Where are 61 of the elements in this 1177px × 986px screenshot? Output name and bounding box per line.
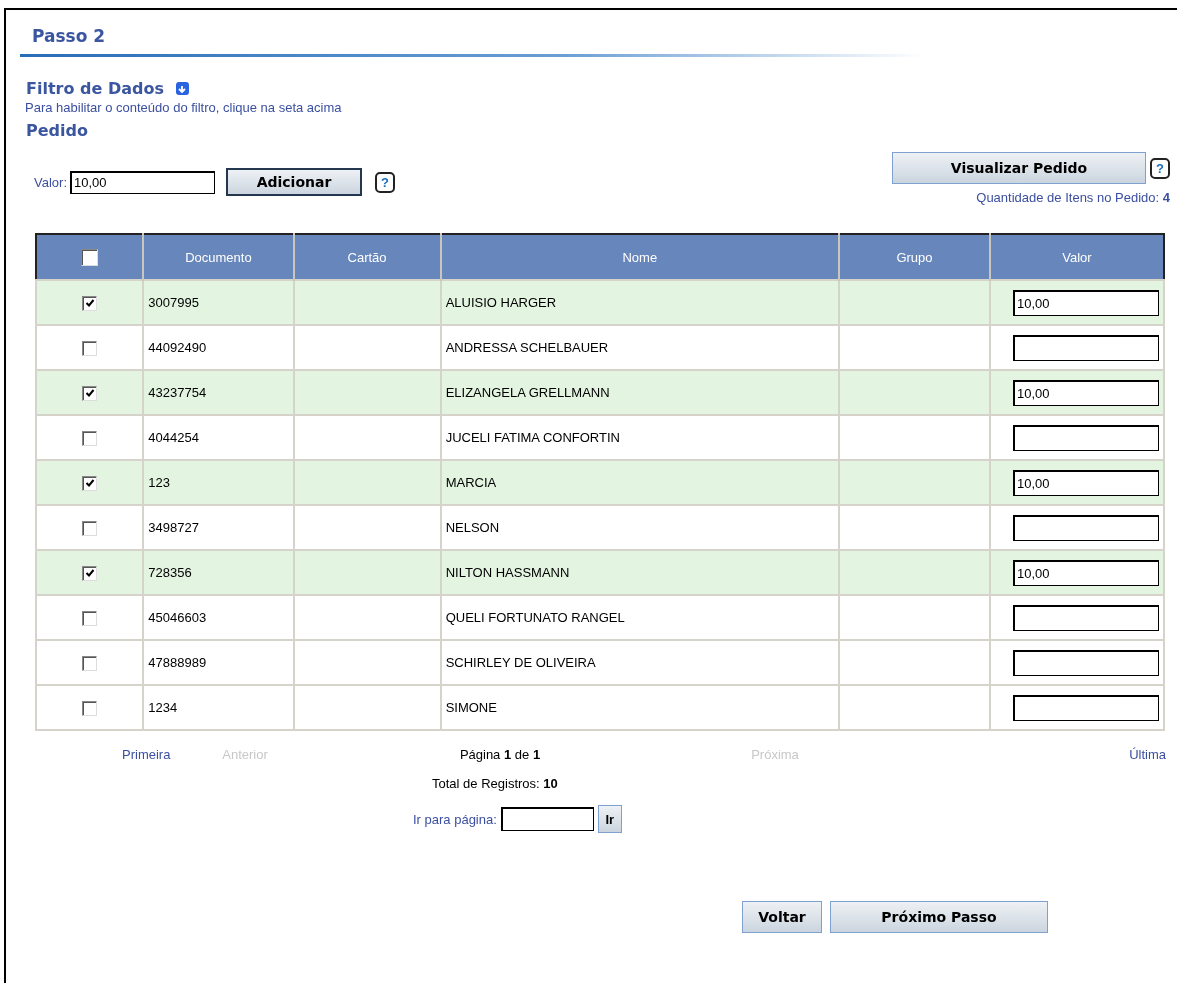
checkbox[interactable] bbox=[82, 655, 98, 671]
table-cell: SIMONE bbox=[440, 685, 839, 730]
value-field[interactable]: 10,00 bbox=[1013, 559, 1159, 586]
section-title: Pedido bbox=[25, 121, 89, 140]
checkbox[interactable] bbox=[82, 700, 98, 716]
value-field[interactable]: 10,00 bbox=[1013, 379, 1159, 406]
checkbox[interactable] bbox=[82, 385, 98, 401]
help-icon[interactable]: ? bbox=[1150, 157, 1170, 179]
table-cell: ALUISIO HARGER bbox=[440, 280, 839, 325]
total-records: Total de Registros: 10 bbox=[431, 776, 559, 791]
checkbox[interactable] bbox=[81, 248, 99, 266]
column-header: Grupo bbox=[838, 234, 990, 280]
expand-arrow-icon[interactable] bbox=[175, 82, 189, 95]
column-header: Nome bbox=[440, 234, 839, 280]
checkbox[interactable] bbox=[82, 340, 98, 356]
add-button[interactable]: Adicionar bbox=[226, 168, 362, 196]
table-cell: QUELI FORTUNATO RANGEL bbox=[440, 595, 839, 640]
field-label: Ir para página: bbox=[413, 811, 497, 827]
value-field[interactable] bbox=[1013, 649, 1159, 676]
field-label: Valor: bbox=[34, 174, 67, 190]
help-icon[interactable]: ? bbox=[375, 171, 395, 193]
value-field[interactable]: 10,00 bbox=[1013, 469, 1159, 496]
table-cell: 123 bbox=[143, 460, 294, 505]
checkbox[interactable] bbox=[82, 520, 98, 536]
value-field[interactable] bbox=[1013, 694, 1159, 721]
checkbox[interactable] bbox=[82, 475, 98, 491]
column-header: Valor bbox=[990, 234, 1164, 280]
table-cell: ELIZANGELA GRELLMANN bbox=[440, 370, 839, 415]
checkbox[interactable] bbox=[82, 610, 98, 626]
value-field[interactable] bbox=[1013, 514, 1159, 541]
table-cell: SCHIRLEY DE OLIVEIRA bbox=[440, 640, 839, 685]
nav-button[interactable]: Próximo Passo bbox=[830, 901, 1048, 933]
view-order-button[interactable]: Visualizar Pedido bbox=[892, 152, 1146, 184]
hint-text: Para habilitar o conteúdo do filtro, clique na seta acima bbox=[24, 100, 343, 115]
column-header: Cartão bbox=[293, 234, 441, 280]
column-header: Documento bbox=[143, 234, 294, 280]
section-title: Filtro de Dados bbox=[26, 79, 164, 98]
table-cell: 1234 bbox=[143, 685, 294, 730]
value-field[interactable] bbox=[1013, 424, 1159, 451]
page-link[interactable]: Última bbox=[1129, 747, 1166, 762]
item-count-text: Quantidade de Itens no Pedido: 4 bbox=[976, 190, 1170, 205]
page-link[interactable]: Primeira bbox=[20, 747, 171, 762]
checkbox[interactable] bbox=[82, 430, 98, 446]
go-button[interactable]: Ir bbox=[597, 805, 622, 833]
table-cell: 728356 bbox=[143, 550, 294, 595]
value-field[interactable]: 10,00 bbox=[70, 170, 215, 194]
page-number-field[interactable] bbox=[500, 807, 594, 831]
table-cell: 45046603 bbox=[143, 595, 294, 640]
checkbox[interactable] bbox=[82, 295, 98, 311]
checkbox[interactable] bbox=[82, 565, 98, 581]
table-cell: 43237754 bbox=[143, 370, 294, 415]
value-field[interactable]: 10,00 bbox=[1013, 289, 1159, 316]
value-field[interactable] bbox=[1013, 334, 1159, 361]
nav-button[interactable]: Voltar bbox=[742, 901, 822, 933]
step-title: Passo 2 bbox=[31, 25, 107, 48]
value-field[interactable] bbox=[1013, 604, 1159, 631]
table-cell: MARCIA bbox=[440, 460, 839, 505]
table-cell: 47888989 bbox=[143, 640, 294, 685]
page-indicator: Página 1 de 1 bbox=[459, 747, 541, 762]
table-cell: NILTON HASSMANN bbox=[440, 550, 839, 595]
table-cell: 3007995 bbox=[143, 280, 294, 325]
